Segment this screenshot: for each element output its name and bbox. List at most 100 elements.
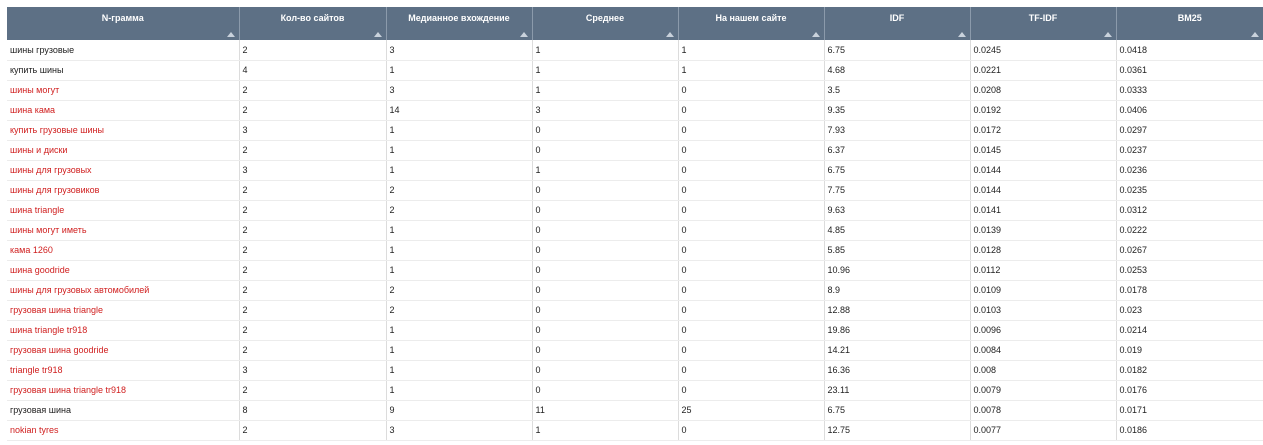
tfidf-cell: 0.0192	[970, 100, 1117, 121]
ours-cell: 0	[678, 320, 825, 341]
sort-asc-icon[interactable]	[1251, 32, 1259, 37]
ours-cell: 0	[678, 380, 825, 401]
ours-cell: 0	[678, 140, 825, 161]
ngram-link[interactable]: грузовая шина goodride	[7, 340, 240, 361]
bm25-cell: 0.0236	[1116, 160, 1263, 181]
ngram-link[interactable]: шина goodride	[7, 260, 240, 281]
sort-asc-icon[interactable]	[957, 32, 966, 37]
sites-cell: 2	[239, 220, 387, 241]
sort-asc-icon[interactable]	[665, 32, 674, 37]
ngram-cell: грузовая шина	[7, 400, 240, 421]
avg-cell: 0	[532, 240, 679, 261]
table-row: грузовая шина triangle 2 2 0 0 12.88 0.0103 0.0…	[7, 300, 1263, 321]
ours-cell: 0	[678, 280, 825, 301]
sites-cell: 2	[239, 320, 387, 341]
column-header-ngram[interactable]: N-грамма	[7, 7, 240, 40]
table-row: кама 1260 2 1 0 0 5.85 0.0128 0.0267	[7, 240, 1263, 261]
sites-cell: 3	[239, 160, 387, 181]
idf-cell: 5.85	[824, 240, 971, 261]
sites-cell: 2	[239, 380, 387, 401]
avg-cell: 1	[532, 60, 679, 81]
median-cell: 1	[386, 320, 533, 341]
median-cell: 1	[386, 120, 533, 141]
sites-cell: 2	[239, 420, 387, 441]
ngram-link[interactable]: кама 1260	[7, 240, 240, 261]
column-header-tfidf[interactable]: TF-IDF	[970, 7, 1117, 40]
avg-cell: 0	[532, 260, 679, 281]
idf-cell: 6.75	[824, 40, 971, 61]
tfidf-cell: 0.0096	[970, 320, 1117, 341]
column-header-sites[interactable]: Кол-во сайтов	[239, 7, 387, 40]
column-header-idf[interactable]: IDF	[824, 7, 971, 40]
avg-cell: 11	[532, 400, 679, 421]
bm25-cell: 0.0176	[1116, 380, 1263, 401]
tfidf-cell: 0.0078	[970, 400, 1117, 421]
table-row: купить грузовые шины 3 1 0 0 7.93 0.0172 0.0297	[7, 120, 1263, 141]
table-row: шины для грузовых 3 1 1 0 6.75 0.0144 0.0236	[7, 160, 1263, 181]
sites-cell: 2	[239, 240, 387, 261]
bm25-cell: 0.0235	[1116, 180, 1263, 201]
sort-asc-icon[interactable]	[226, 32, 235, 37]
ngram-link[interactable]: triangle tr918	[7, 360, 240, 381]
column-header-median[interactable]: Медианное вхождение	[386, 7, 533, 40]
tfidf-cell: 0.0084	[970, 340, 1117, 361]
ours-cell: 0	[678, 180, 825, 201]
idf-cell: 6.75	[824, 160, 971, 181]
median-cell: 2	[386, 300, 533, 321]
table-row: грузовая шина 8 9 11 25 6.75 0.0078 0.0171	[7, 400, 1263, 421]
sites-cell: 2	[239, 300, 387, 321]
ngram-link[interactable]: грузовая шина triangle	[7, 300, 240, 321]
ngram-link[interactable]: шины и диски	[7, 140, 240, 161]
tfidf-cell: 0.0103	[970, 300, 1117, 321]
bm25-cell: 0.0361	[1116, 60, 1263, 81]
ngram-link[interactable]: шины могут иметь	[7, 220, 240, 241]
column-header-ours[interactable]: На нашем сайте	[678, 7, 825, 40]
ngram-cell: шины грузовые	[7, 40, 240, 61]
sites-cell: 4	[239, 60, 387, 81]
avg-cell: 1	[532, 40, 679, 61]
table-row: шина goodride 2 1 0 0 10.96 0.0112 0.0253	[7, 260, 1263, 281]
sort-asc-icon[interactable]	[519, 32, 528, 37]
avg-cell: 3	[532, 100, 679, 121]
ngram-link[interactable]: шина кама	[7, 100, 240, 121]
table-row: шины и диски 2 1 0 0 6.37 0.0145 0.0237	[7, 140, 1263, 161]
sort-asc-icon[interactable]	[1103, 32, 1112, 37]
column-header-bm25[interactable]: BM25	[1116, 7, 1263, 40]
column-header-label: Среднее	[585, 13, 625, 23]
sites-cell: 2	[239, 40, 387, 61]
ngram-link[interactable]: шины могут	[7, 80, 240, 101]
sites-cell: 2	[239, 100, 387, 121]
median-cell: 9	[386, 400, 533, 421]
ours-cell: 0	[678, 80, 825, 101]
ngram-link[interactable]: шины для грузовых автомобилей	[7, 280, 240, 301]
sites-cell: 2	[239, 280, 387, 301]
ngram-link[interactable]: грузовая шина triangle tr918	[7, 380, 240, 401]
idf-cell: 9.63	[824, 200, 971, 221]
ngram-link[interactable]: nokian tyres	[7, 420, 240, 441]
sites-cell: 2	[239, 200, 387, 221]
column-header-avg[interactable]: Среднее	[532, 7, 679, 40]
table-row: шина triangle 2 2 0 0 9.63 0.0141 0.0312	[7, 200, 1263, 221]
table-row: шина кама 2 14 3 0 9.35 0.0192 0.0406	[7, 100, 1263, 121]
avg-cell: 0	[532, 300, 679, 321]
column-header-label: Кол-во сайтов	[280, 13, 345, 23]
ngram-link[interactable]: шины для грузовиков	[7, 180, 240, 201]
ours-cell: 0	[678, 120, 825, 141]
ours-cell: 0	[678, 240, 825, 261]
bm25-cell: 0.0178	[1116, 280, 1263, 301]
ngram-link[interactable]: шины для грузовых	[7, 160, 240, 181]
tfidf-cell: 0.0128	[970, 240, 1117, 261]
ngram-link[interactable]: шина triangle tr918	[7, 320, 240, 341]
sort-asc-icon[interactable]	[373, 32, 382, 37]
sort-asc-icon[interactable]	[811, 32, 820, 37]
sites-cell: 2	[239, 180, 387, 201]
header-row: N-грамма Кол-во сайтов Медианное вхождение…	[7, 7, 1263, 40]
idf-cell: 9.35	[824, 100, 971, 121]
ngram-link[interactable]: купить грузовые шины	[7, 120, 240, 141]
table-row: шины для грузовых автомобилей 2 2 0 0 8.9 0.01…	[7, 280, 1263, 301]
table-body: шины грузовые 2 3 1 1 6.75 0.0245 0.0418 купить …	[7, 40, 1263, 441]
ours-cell: 0	[678, 220, 825, 241]
ngram-link[interactable]: шина triangle	[7, 200, 240, 221]
tfidf-cell: 0.008	[970, 360, 1117, 381]
table-row: шины могут 2 3 1 0 3.5 0.0208 0.0333	[7, 80, 1263, 101]
